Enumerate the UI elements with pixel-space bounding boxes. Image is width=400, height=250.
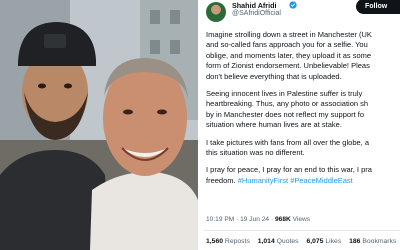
meta-separator: · [236,216,239,223]
text-line: I take pictures with fans from all over … [206,137,369,147]
divider [204,230,400,231]
tweet-timestamp: 10:19 PM · 19 Jun 24 · 968K Views [206,216,310,223]
tweet-header: Shahid Afridi @SAfridiOfficial Follow [198,0,400,22]
verified-badge-icon [289,1,297,9]
text-fragment: freedom. [206,175,236,185]
text-line: Seeing innocent lives in Palestine suffe… [206,89,363,99]
text-line: heartbreaking. Thus, any photo or associ… [206,99,369,109]
text-line: Imagine strolling down a street in Manch… [206,30,372,39]
quotes-count: 1,014 [257,238,275,245]
bookmarks-label: Bookmarks [362,238,397,245]
post-date[interactable]: 19 Jun 24 [240,216,269,223]
text-line: form of Zionist endorsement. Unbelievabl… [206,61,370,71]
tweet-card: Shahid Afridi @SAfridiOfficial Follow Im… [198,0,400,250]
text-line: don't believe everything that is uploade… [206,71,342,81]
tweet-paragraph: I pray for peace, I pray for an end to t… [206,165,400,186]
text-line: oblige, and moments later, they upload i… [206,50,372,60]
tweet-paragraph: I take pictures with fans from all over … [206,138,400,159]
engagement-stats: 1,560 Reposts 1,014 Quotes 6,075 Likes 1… [206,238,400,245]
bookmarks-count: 186 [349,238,361,245]
author-name[interactable]: Shahid Afridi [232,1,276,10]
selfie-photo [0,0,198,250]
author-avatar[interactable] [206,2,226,22]
tweet-paragraph: Imagine strolling down a street in Manch… [206,30,400,82]
post-time[interactable]: 10:19 PM [206,216,234,223]
reposts-count: 1,560 [206,238,224,245]
bookmarks-stat[interactable]: 186 Bookmarks [349,238,396,245]
text-line: this situation was no different. [206,148,305,158]
author-handle[interactable]: @SAfridiOfficial [232,10,281,17]
reposts-label: Reposts [224,238,250,245]
text-line: by in Manchester does not reflect my sup… [206,109,364,119]
meta-separator: · [270,216,274,223]
views-count: 968K [274,216,291,223]
text-line: and so-called fans approach you for a se… [206,40,368,50]
reposts-stat[interactable]: 1,560 Reposts [206,238,250,245]
follow-button[interactable]: Follow [356,0,400,14]
text-line: I pray for peace, I pray for an end to t… [206,165,372,175]
quotes-label: Quotes [276,238,299,245]
selfie-illustration [0,0,198,250]
tweet-text: Imagine strolling down a street in Manch… [206,30,400,193]
quotes-stat[interactable]: 1,014 Quotes [258,238,299,245]
hashtag-links[interactable]: #HumanityFirst #PeaceMiddleEast [238,176,353,185]
views-label: Views [292,216,311,223]
likes-stat[interactable]: 6,075 Likes [306,238,341,245]
text-line: situation where human lives are at stake… [206,120,342,130]
likes-count: 6,075 [306,238,324,245]
likes-label: Likes [325,238,342,245]
text-line: freedom. #HumanityFirst #PeaceMiddleEast [206,176,400,186]
tweet-paragraph: Seeing innocent lives in Palestine suffe… [206,89,400,131]
